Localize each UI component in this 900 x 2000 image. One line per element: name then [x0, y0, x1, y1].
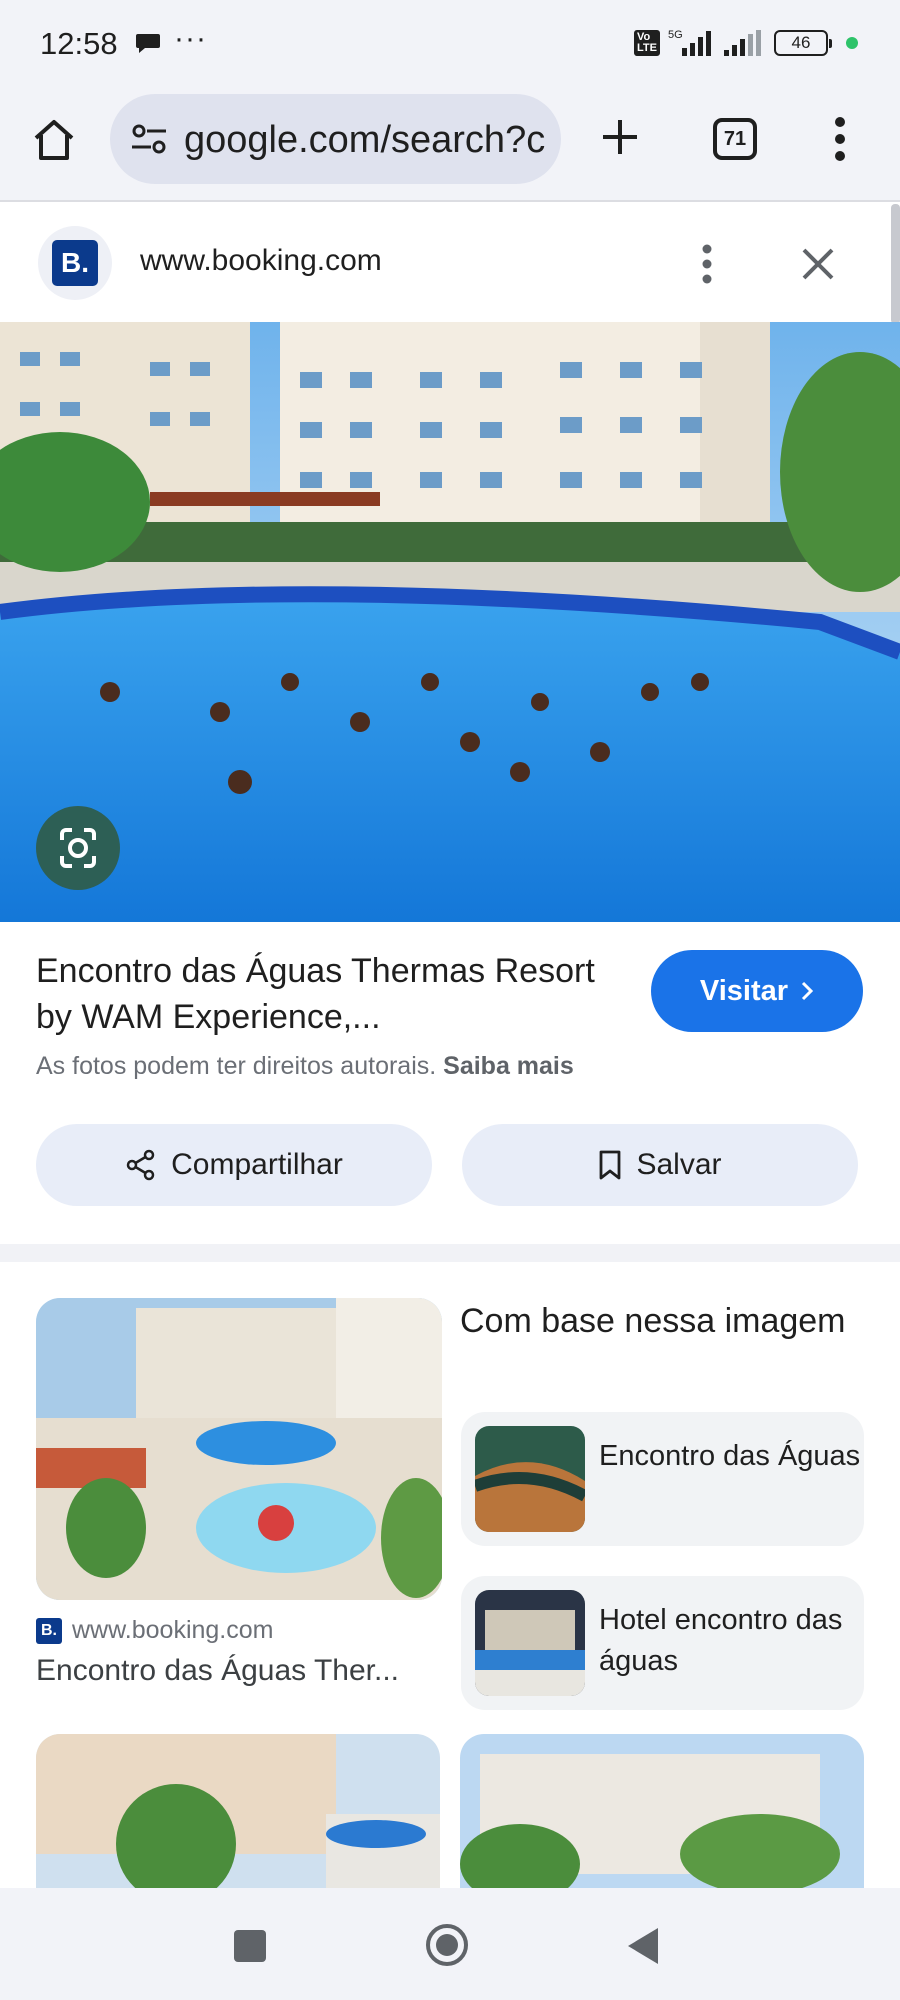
- copyright-notice: As fotos podem ter direitos autorais. Sa…: [36, 1052, 574, 1081]
- image-panel-header: B. www.booking.com: [0, 204, 890, 322]
- new-tab-icon[interactable]: [597, 114, 643, 160]
- signal-2-icon: [724, 30, 761, 56]
- related-caption[interactable]: Encontro das Águas Ther...: [36, 1654, 399, 1688]
- image-title[interactable]: Encontro das Águas Thermas Resort by WAM…: [36, 948, 606, 1040]
- share-label: Compartilhar: [171, 1148, 343, 1181]
- related-search-chip[interactable]: Hotel encontro das águas: [461, 1576, 864, 1710]
- booking-logo-icon: B.: [52, 240, 98, 286]
- chat-bubble-icon: [136, 34, 160, 53]
- booking-logo-icon: B.: [36, 1617, 62, 1644]
- recent-apps-button[interactable]: [234, 1930, 266, 1962]
- related-image[interactable]: [36, 1734, 440, 1888]
- privacy-indicator-dot: [846, 37, 858, 49]
- status-bar: 12:58 ··· Vo LTE 5G 46: [0, 0, 900, 88]
- share-button[interactable]: Compartilhar: [36, 1124, 432, 1206]
- status-more-indicator: ···: [174, 22, 207, 55]
- more-vert-icon[interactable]: [702, 244, 712, 284]
- bookmark-icon: [600, 1150, 621, 1180]
- site-favicon[interactable]: B.: [38, 226, 112, 300]
- related-source-url: www.booking.com: [72, 1616, 274, 1644]
- save-button[interactable]: Salvar: [462, 1124, 858, 1206]
- url-text[interactable]: google.com/search?c: [184, 119, 554, 162]
- home-button[interactable]: [424, 1922, 470, 1968]
- lens-search-button[interactable]: [36, 806, 120, 890]
- share-icon: [126, 1149, 155, 1181]
- learn-more-link[interactable]: Saiba mais: [443, 1052, 574, 1080]
- resort-aerial-image: [36, 1298, 442, 1600]
- related-source[interactable]: B. www.booking.com: [36, 1616, 273, 1645]
- save-label: Salvar: [636, 1148, 722, 1181]
- related-image[interactable]: [460, 1734, 864, 1888]
- visit-button-label: Visitar: [699, 974, 789, 1007]
- tab-switcher-button[interactable]: 71: [713, 118, 757, 160]
- back-button[interactable]: [626, 1926, 660, 1966]
- copyright-text: As fotos podem ter direitos autorais.: [36, 1052, 437, 1080]
- section-divider: [0, 1244, 900, 1262]
- site-settings-icon[interactable]: [130, 122, 168, 156]
- scrollbar[interactable]: [891, 204, 900, 324]
- chip-thumbnail: [475, 1426, 585, 1532]
- related-search-chip[interactable]: Encontro das Águas: [461, 1412, 864, 1546]
- main-image[interactable]: [0, 322, 900, 922]
- close-icon[interactable]: [800, 246, 836, 282]
- lens-icon: [60, 828, 96, 868]
- home-icon[interactable]: [30, 116, 78, 164]
- volte-icon: Vo LTE: [634, 30, 660, 56]
- visit-button[interactable]: Visitar: [651, 950, 863, 1032]
- related-image[interactable]: [36, 1298, 442, 1600]
- signal-icon: 5G: [668, 29, 711, 56]
- chip-label: Hotel encontro das águas: [599, 1604, 843, 1677]
- status-time: 12:58: [40, 26, 118, 61]
- battery-icon: 46: [774, 30, 832, 56]
- svg-text:5G: 5G: [668, 29, 683, 41]
- chip-thumbnail: [475, 1590, 585, 1696]
- more-vert-icon[interactable]: [834, 116, 846, 162]
- system-navigation-bar: [0, 1888, 900, 2000]
- status-right-group: Vo LTE 5G 46: [634, 26, 858, 60]
- based-on-image-heading: Com base nessa imagem: [460, 1302, 846, 1340]
- resort-pool-image: [0, 322, 900, 922]
- chevron-right-icon: [802, 981, 814, 1001]
- chip-label: Encontro das Águas: [599, 1440, 861, 1472]
- address-bar[interactable]: google.com/search?c: [110, 94, 561, 184]
- site-url[interactable]: www.booking.com: [140, 244, 382, 278]
- browser-toolbar: google.com/search?c 71: [0, 88, 900, 202]
